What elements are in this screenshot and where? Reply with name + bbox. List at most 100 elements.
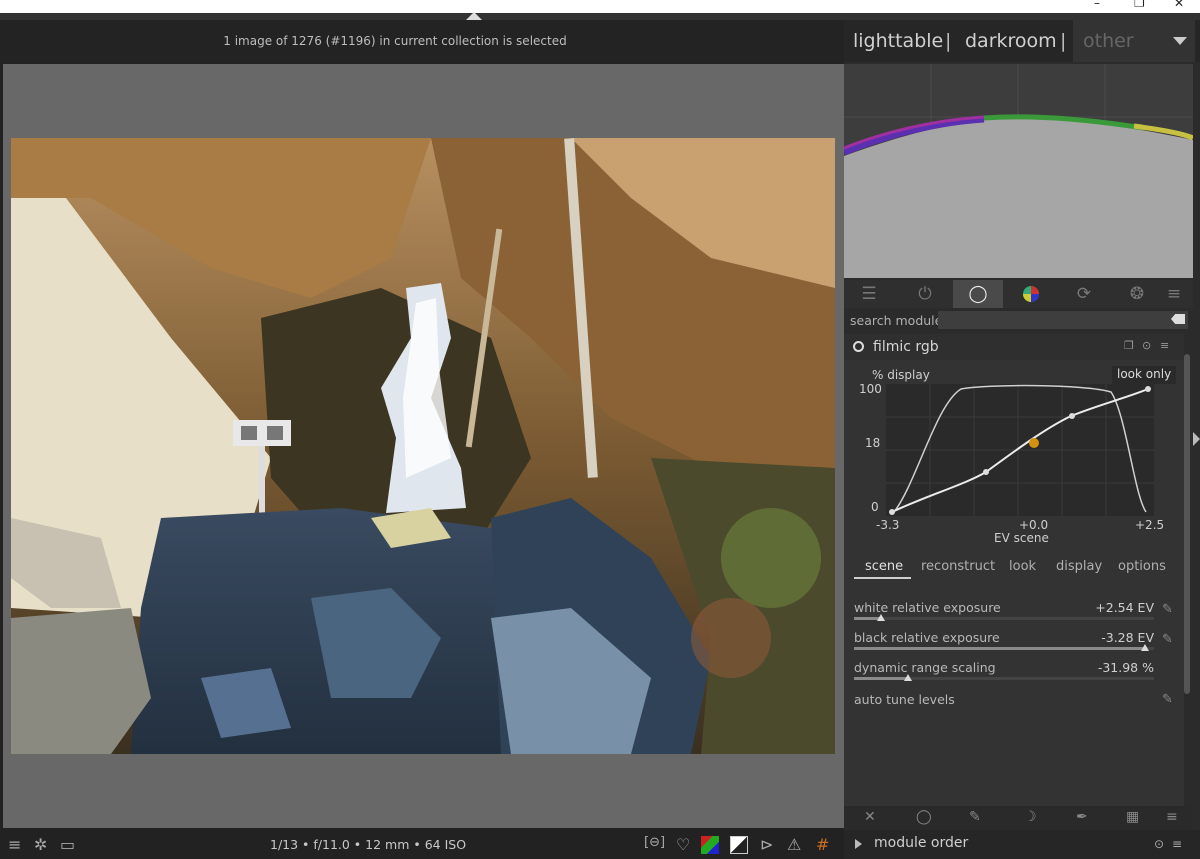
bulb-icon[interactable]: ♡ <box>676 835 690 854</box>
presets-menu-icon[interactable]: ≡ <box>1160 339 1169 352</box>
gamut-warning-icon[interactable]: ⚠ <box>787 835 801 854</box>
module-order-label: module order <box>874 835 969 851</box>
module-header[interactable]: filmic rgb ❐ ⊙ ≡ <box>844 334 1184 360</box>
x-tick-label: +2.5 <box>1135 518 1165 532</box>
color-assessment-icon[interactable] <box>701 836 719 854</box>
active-tab-indicator <box>854 577 911 579</box>
power-icon[interactable]: ⏻ <box>900 280 950 308</box>
lighttable-link[interactable]: lighttable <box>853 30 943 52</box>
slider-handle[interactable] <box>877 614 885 621</box>
sliders-icon[interactable]: ☰ <box>844 280 894 308</box>
tab-reconstruct[interactable]: reconstruct <box>921 559 995 574</box>
top-panel-toggle-arrow[interactable] <box>466 12 482 20</box>
menu-icon[interactable]: ≡ <box>1166 809 1178 825</box>
reset-icon[interactable]: ⊙ <box>1142 339 1151 352</box>
other-views-dropdown[interactable]: other <box>1073 20 1195 62</box>
module-power-icon[interactable] <box>853 341 864 352</box>
guides-icon[interactable]: # <box>816 835 829 854</box>
brush-icon[interactable]: ✎ <box>969 809 981 825</box>
auto-tune-label: auto tune levels <box>854 692 955 707</box>
white-relative-exposure-slider[interactable]: white relative exposure +2.54 EV <box>854 600 1154 626</box>
second-window-icon[interactable]: ▭ <box>60 835 75 854</box>
chevron-down-icon <box>1173 37 1187 45</box>
focus-peaking-icon[interactable]: [⊖] <box>644 835 665 850</box>
filmic-graph[interactable]: % display look only 100 18 0 -3.3 +0.0 +… <box>844 360 1184 554</box>
slider-track <box>854 617 1154 620</box>
slider-label: white relative exposure <box>854 600 1001 615</box>
close-window-button[interactable]: ✕ <box>1174 0 1184 10</box>
x-tick-label: +0.0 <box>1019 518 1049 532</box>
module-order-bar[interactable]: module order ⊙ ≡ <box>844 830 1200 859</box>
circle-icon[interactable]: ◯ <box>916 809 932 825</box>
right-panel: lighttable | darkroom | other ☰ ⏻ ◯ ⟳ ❂ … <box>842 20 1200 830</box>
y-tick-label: 100 <box>859 382 882 396</box>
slider-handle[interactable] <box>904 674 912 681</box>
y-tick-label: 18 <box>865 436 881 450</box>
pipette-icon[interactable]: ✒ <box>1076 809 1088 825</box>
pipette-icon[interactable]: ✎ <box>1162 602 1173 617</box>
black-relative-exposure-slider[interactable]: black relative exposure -3.28 EV <box>854 630 1154 656</box>
styles-icon[interactable]: ✲ <box>34 835 47 854</box>
slider-value[interactable]: -3.28 EV <box>1101 630 1154 645</box>
graph-x-label: EV scene <box>994 531 1049 545</box>
x-tick-label: -3.3 <box>876 518 900 532</box>
menu-icon[interactable]: ≡ <box>8 835 21 854</box>
expand-arrow-icon[interactable] <box>855 839 862 849</box>
color-wheel-icon[interactable] <box>1006 280 1056 308</box>
exif-info: 1/13 • f/11.0 • 12 mm • 64 ISO <box>270 837 467 852</box>
menu-icon[interactable]: ≡ <box>1154 280 1194 308</box>
waterfall-photo <box>11 138 835 754</box>
softproof-icon[interactable]: ⊳ <box>760 835 773 854</box>
overexposed-icon[interactable] <box>730 836 748 854</box>
slider-handle[interactable] <box>1141 644 1149 651</box>
module-footer-bar: ✕ ◯ ✎ ☽ ✒ ▦ ≡ <box>844 806 1193 830</box>
slider-value[interactable]: +2.54 EV <box>1095 600 1154 615</box>
module-title: filmic rgb <box>873 339 939 355</box>
histogram[interactable] <box>842 64 1195 278</box>
tab-options[interactable]: options <box>1118 559 1166 574</box>
module-group-bar: ☰ ⏻ ◯ ⟳ ❂ ≡ <box>844 280 1193 308</box>
slider-label: dynamic range scaling <box>854 660 996 675</box>
center-header: 1 image of 1276 (#1196) in current colle… <box>0 20 844 62</box>
slider-value[interactable]: -31.98 % <box>1098 660 1154 675</box>
view-separator: | <box>1060 30 1067 52</box>
histogram-graph <box>842 64 1195 278</box>
circle-icon[interactable]: ◯ <box>953 280 1003 308</box>
slider-fill <box>854 647 1145 650</box>
auto-tune-levels-row[interactable]: auto tune levels <box>854 692 1154 712</box>
close-icon[interactable]: ✕ <box>864 809 876 825</box>
presets-menu-icon[interactable]: ≡ <box>1172 837 1182 851</box>
view-separator: | <box>945 30 952 52</box>
tab-display[interactable]: display <box>1056 559 1102 574</box>
graph-y-label: % display <box>872 368 930 382</box>
view-switcher: lighttable | darkroom | other <box>844 20 1200 62</box>
moon-icon[interactable]: ☽ <box>1024 809 1037 825</box>
search-module-row: search module <box>844 310 1193 332</box>
tone-curve <box>886 384 1154 516</box>
darkroom-link[interactable]: darkroom <box>965 30 1057 52</box>
filmic-rgb-module: filmic rgb ❐ ⊙ ≡ % display look only 100… <box>844 334 1184 806</box>
photo-image[interactable] <box>11 138 835 754</box>
right-panel-toggle-arrow[interactable] <box>1193 432 1200 446</box>
panel-scrollbar[interactable] <box>1184 354 1190 694</box>
pipette-icon[interactable]: ✎ <box>1162 632 1173 647</box>
collection-info: 1 image of 1276 (#1196) in current colle… <box>223 34 567 48</box>
pipette-icon[interactable]: ✎ <box>1162 692 1173 707</box>
other-views-label: other <box>1083 30 1134 52</box>
tab-look[interactable]: look <box>1009 559 1036 574</box>
look-only-badge[interactable]: look only <box>1112 366 1177 384</box>
refresh-circle-icon[interactable]: ⟳ <box>1059 280 1109 308</box>
slider-label: black relative exposure <box>854 630 1000 645</box>
checker-icon[interactable]: ▦ <box>1126 809 1139 825</box>
window-titlebar: – ❐ ✕ <box>0 0 1200 13</box>
bottom-toolbar: ≡ ✲ ▭ 1/13 • f/11.0 • 12 mm • 64 ISO [⊖]… <box>0 830 844 859</box>
minimize-button[interactable]: – <box>1094 0 1100 10</box>
slider-fill <box>854 677 908 680</box>
search-module-input[interactable] <box>938 311 1188 329</box>
reset-icon[interactable]: ⊙ <box>1154 837 1164 851</box>
dynamic-range-scaling-slider[interactable]: dynamic range scaling -31.98 % <box>854 660 1154 686</box>
maximize-button[interactable]: ❐ <box>1134 0 1145 10</box>
y-tick-label: 0 <box>871 500 879 514</box>
multi-instance-icon[interactable]: ❐ <box>1124 339 1134 352</box>
tab-scene[interactable]: scene <box>865 559 903 574</box>
